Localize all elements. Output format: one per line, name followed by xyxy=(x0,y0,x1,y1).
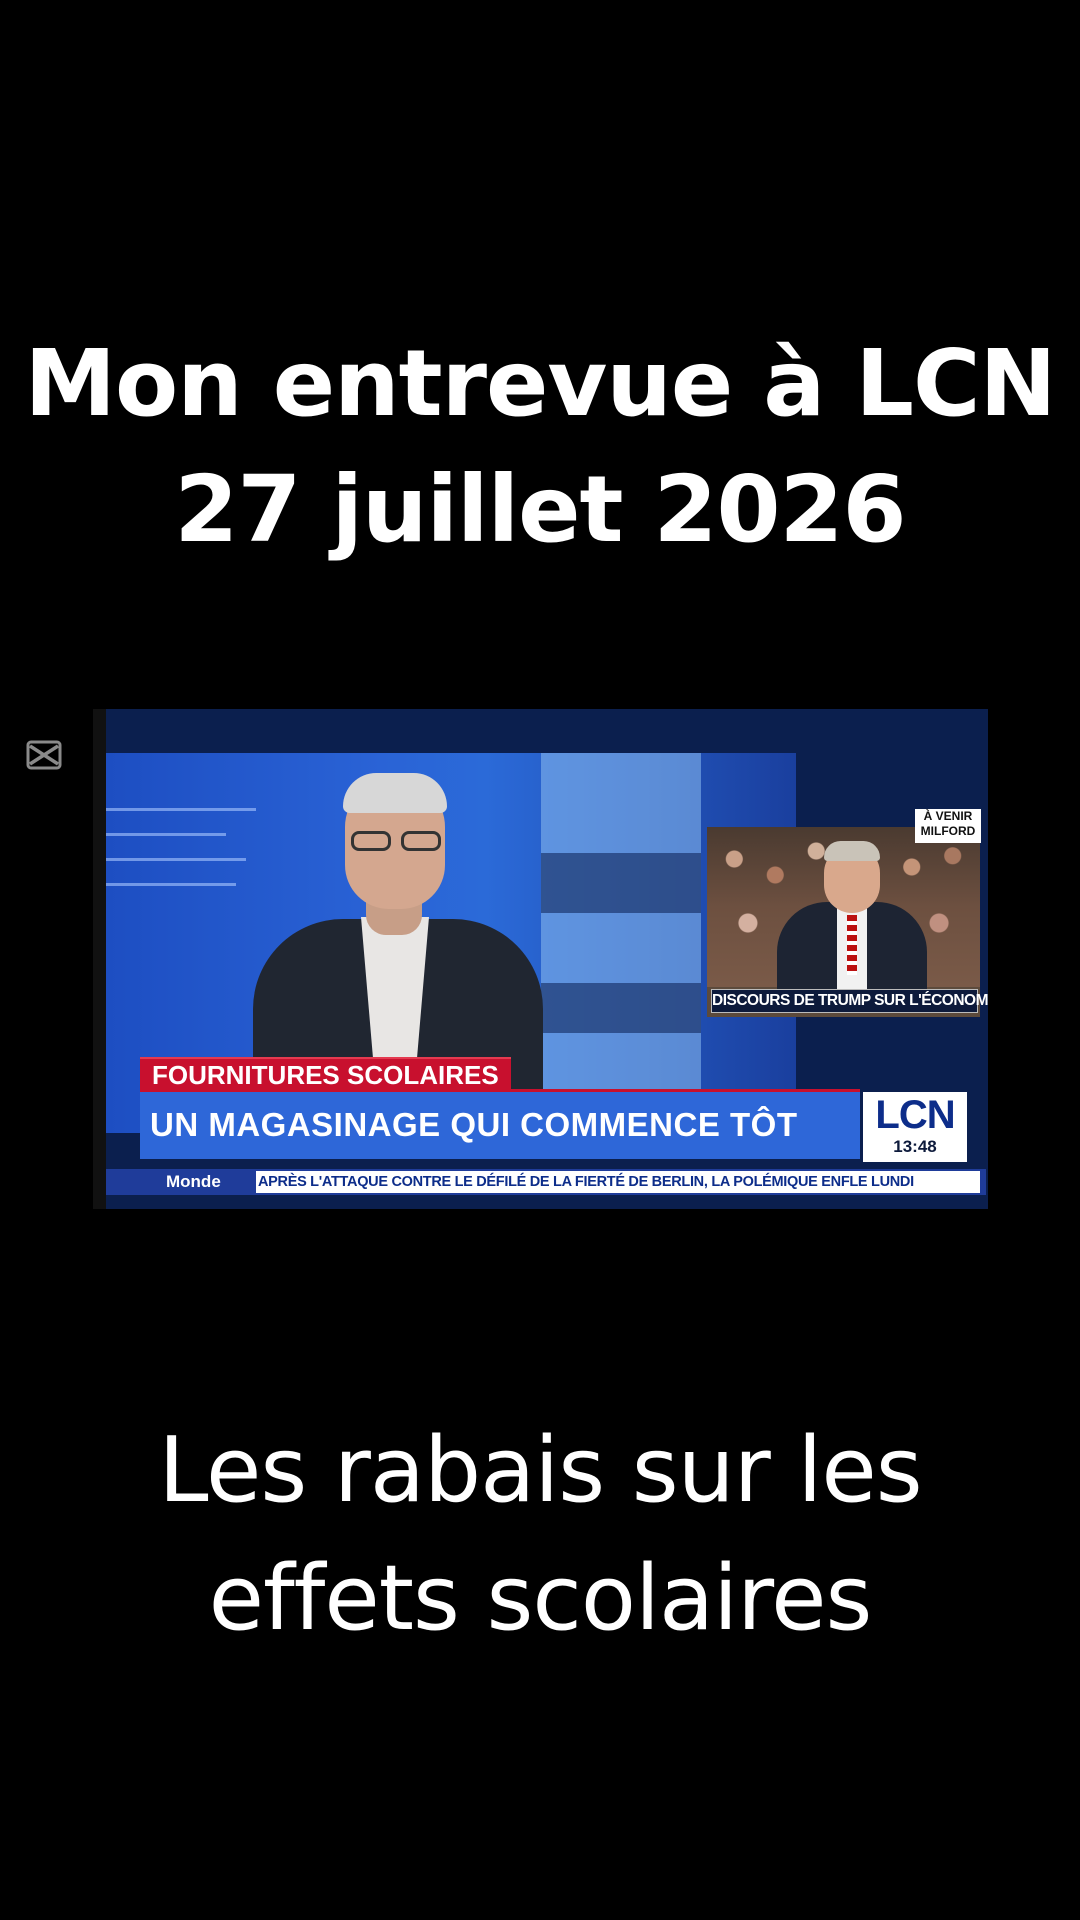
caption-line-1: Les rabais sur les xyxy=(158,1418,922,1523)
caption-line-2: effets scolaires xyxy=(208,1546,873,1651)
clock: 13:48 xyxy=(893,1137,937,1156)
title-line-1: Mon entrevue à LCN xyxy=(24,330,1056,437)
news-ticker: Monde APRÈS L'ATTAQUE CONTRE LE DÉFILÉ D… xyxy=(106,1169,986,1195)
channel-name: LCN xyxy=(875,1093,955,1137)
headline-bar: UN MAGASINAGE QUI COMMENCE TÔT xyxy=(140,1089,860,1159)
pip-upcoming-tag: À VENIR MILFORD xyxy=(915,809,981,843)
title-line-2: 27 juillet 2026 xyxy=(174,456,906,563)
ticker-text: APRÈS L'ATTAQUE CONTRE LE DÉFILÉ DE LA F… xyxy=(256,1171,980,1193)
capcut-icon xyxy=(26,740,62,770)
video-bottom-strip xyxy=(106,1195,988,1209)
news-anchor xyxy=(233,769,563,1119)
pip-tag-line-1: À VENIR xyxy=(923,809,973,823)
video-frame[interactable]: À VENIR MILFORD DISCOURS DE TRUMP SUR L'… xyxy=(93,709,988,1209)
pip-caption: DISCOURS DE TRUMP SUR L'ÉCONOMIE xyxy=(711,989,988,1013)
ticker-section: Monde xyxy=(166,1172,221,1191)
video-letterbox xyxy=(93,709,106,1209)
pip-tag-line-2: MILFORD xyxy=(920,824,976,838)
channel-logo: LCN 13:48 xyxy=(863,1092,967,1162)
topic-label: FOURNITURES SCOLAIRES xyxy=(140,1057,511,1091)
